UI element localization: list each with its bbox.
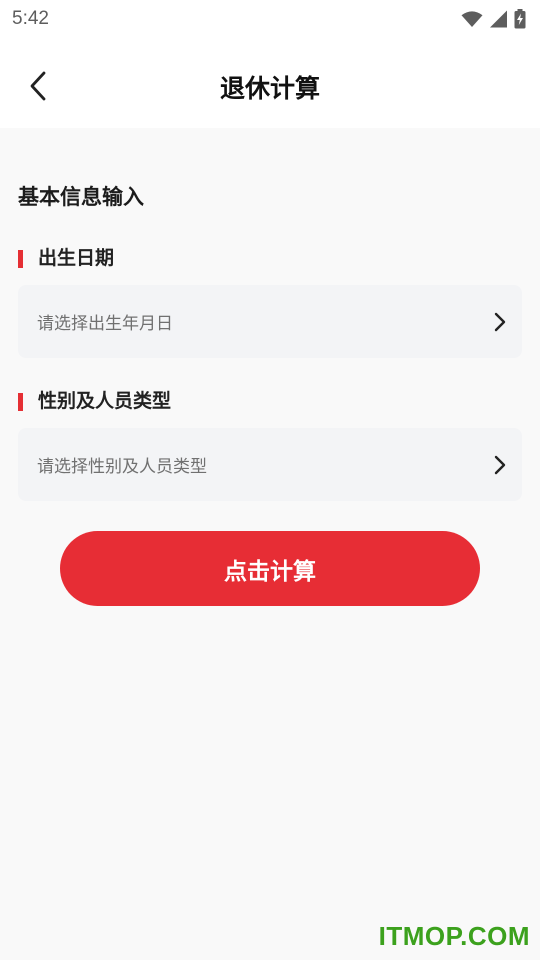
- wifi-icon: [461, 10, 483, 28]
- gender-type-placeholder: 请选择性别及人员类型: [37, 457, 207, 477]
- chevron-right-icon: [494, 312, 506, 332]
- birth-date-label-text: 出生日期: [38, 247, 115, 269]
- watermark: ITMOP.COM: [378, 921, 530, 951]
- birth-date-placeholder: 请选择出生年月日: [37, 314, 173, 334]
- chevron-right-icon: [494, 455, 506, 475]
- app-header: 退休计算: [0, 38, 540, 128]
- page-title: 退休计算: [219, 74, 320, 103]
- battery-charging-icon: [514, 9, 526, 29]
- section-title: 基本信息输入: [18, 185, 144, 209]
- gender-type-select[interactable]: 请选择性别及人员类型: [18, 428, 522, 501]
- birth-date-label: 出生日期: [18, 249, 114, 268]
- label-accent-bar: [18, 249, 23, 268]
- calculate-button-label: 点击计算: [224, 557, 316, 584]
- gender-type-label-text: 性别及人员类型: [38, 390, 172, 412]
- status-icons: [461, 9, 526, 29]
- status-time: 5:42: [12, 8, 49, 29]
- status-bar: 5:42: [0, 0, 540, 38]
- label-accent-bar: [18, 392, 23, 411]
- birth-date-select[interactable]: 请选择出生年月日: [18, 285, 522, 358]
- calculate-button[interactable]: 点击计算: [60, 531, 480, 606]
- gender-type-label: 性别及人员类型: [18, 392, 171, 411]
- app-screen: 5:42 退休计算 基本信息输入 出生日期 请选择出生年月日 性别及人员类型 请…: [0, 0, 540, 960]
- signal-icon: [489, 10, 508, 28]
